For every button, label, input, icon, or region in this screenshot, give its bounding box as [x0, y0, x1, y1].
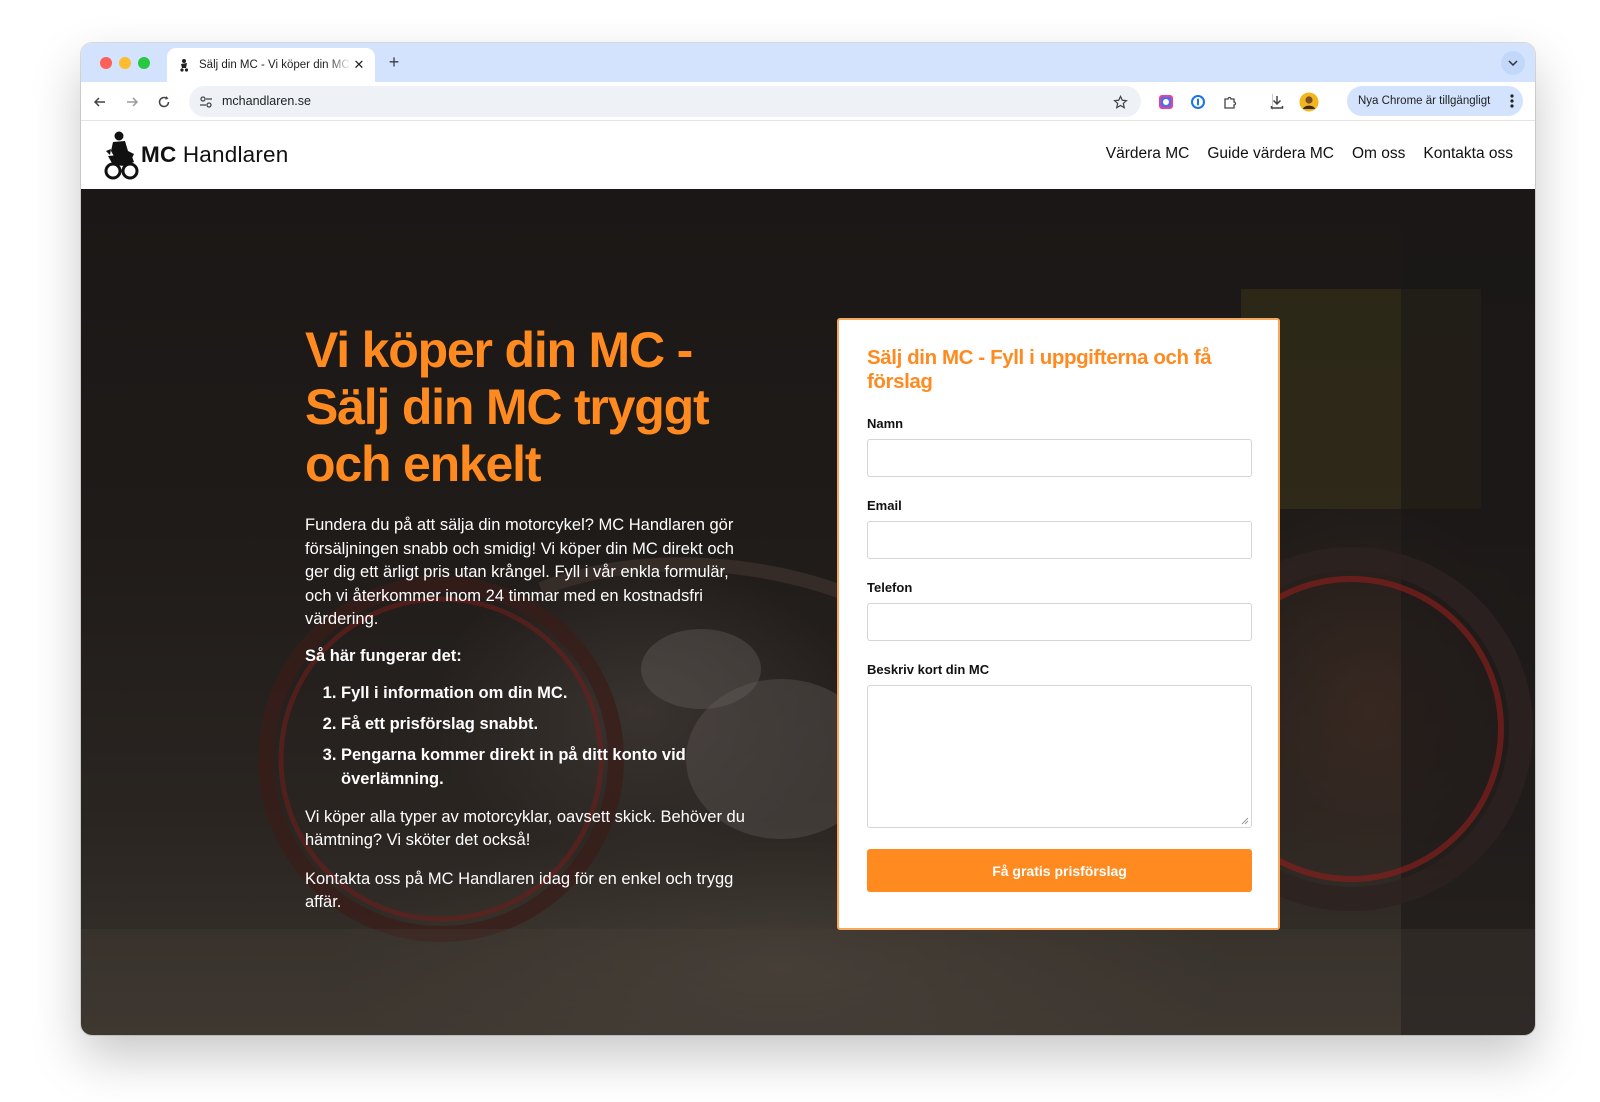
tab-search-button[interactable] [1501, 51, 1525, 75]
email-label: Email [867, 498, 902, 513]
phone-label: Telefon [867, 580, 913, 595]
site-settings-icon[interactable] [197, 93, 215, 111]
nav-link-guide-vardera-mc[interactable]: Guide värdera MC [1207, 145, 1334, 163]
hero-intro-text: Fundera du på att sälja din motorcykel? … [305, 516, 734, 628]
steps-list: Fyll i information om din MC. Få ett pri… [305, 681, 755, 791]
chrome-update-button[interactable]: Nya Chrome är tillgängligt [1347, 86, 1523, 116]
email-field[interactable] [867, 521, 1252, 559]
submit-button[interactable]: Få gratis prisförslag [867, 849, 1252, 892]
close-window-button[interactable] [100, 57, 112, 69]
reload-button[interactable] [152, 90, 176, 114]
password-manager-icon[interactable] [1187, 91, 1209, 113]
more-vert-icon [1510, 94, 1514, 108]
main-nav: Värdera MC Guide värdera MC Om oss Konta… [1106, 145, 1513, 163]
color-extension-icon[interactable] [1155, 91, 1177, 113]
update-label: Nya Chrome är tillgängligt [1358, 95, 1491, 107]
tab-strip: Sälj din MC - Vi köper din MC ✕ + [81, 43, 1535, 82]
hero-title: Vi köper din MC - Sälj din MC tryggt och… [305, 322, 710, 492]
tab-title: Sälj din MC - Vi köper din MC [199, 59, 350, 71]
how-it-works-heading: Så här fungerar det: [305, 646, 462, 665]
reload-icon [158, 96, 170, 108]
sell-mc-form: Sälj din MC - Fyll i uppgifterna och få … [837, 318, 1280, 930]
web-page: MC Handlaren Värdera MC Guide värdera MC… [81, 121, 1535, 1035]
logo-text: MC Handlaren [141, 142, 289, 167]
profile-avatar[interactable] [1298, 91, 1320, 113]
arrow-left-icon [93, 97, 105, 107]
nav-link-kontakta-oss[interactable]: Kontakta oss [1423, 145, 1513, 163]
address-bar[interactable]: mchandlaren.se [189, 86, 1141, 117]
site-logo[interactable]: MC Handlaren [101, 129, 288, 181]
name-label: Namn [867, 416, 904, 431]
tab-close-icon[interactable]: ✕ [352, 58, 366, 72]
site-favicon-icon [177, 58, 191, 72]
form-title: Sälj din MC - Fyll i uppgifterna och få … [867, 346, 1212, 393]
nav-link-om-oss[interactable]: Om oss [1352, 145, 1405, 163]
browser-tab[interactable]: Sälj din MC - Vi köper din MC ✕ [167, 48, 375, 82]
nav-link-vardera-mc[interactable]: Värdera MC [1106, 145, 1190, 163]
chevron-down-icon [1508, 60, 1518, 66]
browser-window: Sälj din MC - Vi köper din MC ✕ + mchand… [81, 43, 1535, 1035]
back-button[interactable] [88, 90, 112, 114]
hero-section: Vi köper din MC - Sälj din MC tryggt och… [81, 189, 1535, 1035]
url-text: mchandlaren.se [222, 94, 311, 108]
arrow-right-icon [127, 97, 139, 107]
hero-content: Vi köper din MC - Sälj din MC tryggt och… [305, 322, 755, 915]
phone-field[interactable] [867, 603, 1252, 641]
motorcycle-rider-logo-icon [104, 131, 139, 180]
list-item: Fyll i information om din MC. [341, 681, 755, 705]
description-textarea[interactable] [867, 685, 1252, 828]
minimize-window-button[interactable] [119, 57, 131, 69]
list-item: Pengarna kommer direkt in på ditt konto … [341, 743, 755, 791]
download-icon[interactable] [1266, 91, 1288, 113]
site-header: MC Handlaren Värdera MC Guide värdera MC… [81, 121, 1535, 189]
contact-text: Kontakta oss på MC Handlaren idag för en… [305, 869, 734, 912]
description-label: Beskriv kort din MC [867, 662, 990, 677]
resize-handle-icon [1241, 817, 1249, 825]
browser-toolbar: mchandlaren.se Nya Chrome är tillgänglig… [81, 82, 1535, 121]
name-field[interactable] [867, 439, 1252, 477]
bookmark-star-icon[interactable] [1111, 93, 1129, 111]
maximize-window-button[interactable] [138, 57, 150, 69]
forward-button[interactable] [120, 90, 144, 114]
motorcycle-background-image [81, 189, 1535, 1035]
pickup-text: Vi köper alla typer av motorcyklar, oavs… [305, 807, 745, 850]
extensions-puzzle-icon[interactable] [1219, 91, 1241, 113]
new-tab-button[interactable]: + [383, 52, 405, 74]
list-item: Få ett prisförslag snabbt. [341, 712, 755, 736]
